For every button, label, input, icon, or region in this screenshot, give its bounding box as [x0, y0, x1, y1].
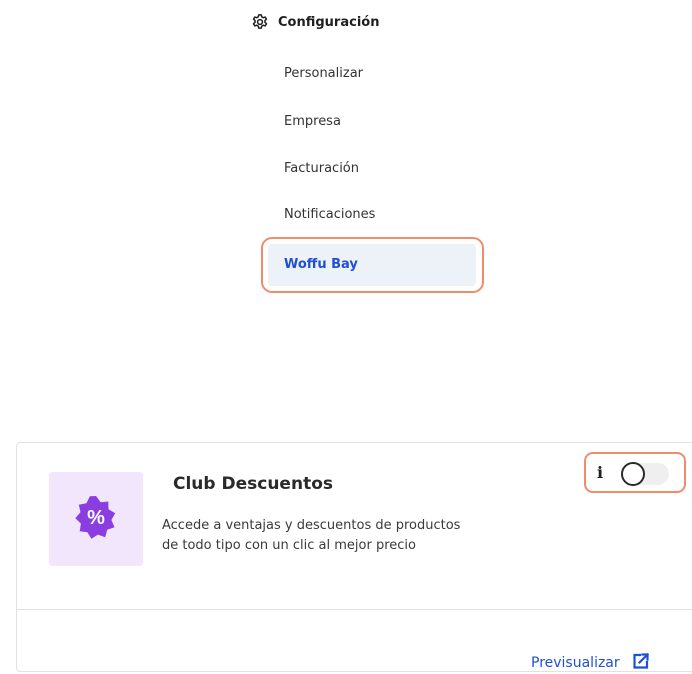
card-description-line-1: Accede a ventajas y descuentos de produc…: [162, 518, 461, 533]
nav-item-personalizar[interactable]: Personalizar: [284, 63, 363, 85]
settings-nav: Configuración Personalizar Empresa Factu…: [0, 0, 692, 300]
card-icon-container: %: [49, 472, 143, 566]
gear-icon: [251, 13, 269, 31]
nav-item-empresa[interactable]: Empresa: [284, 111, 341, 133]
preview-label: Previsualizar: [531, 655, 620, 671]
card-divider: [17, 609, 692, 610]
card-title: Club Descuentos: [173, 474, 333, 494]
settings-header-label: Configuración: [278, 14, 380, 30]
nav-item-facturacion[interactable]: Facturación: [284, 158, 359, 180]
toggle-knob: [621, 462, 645, 486]
info-icon[interactable]: i: [597, 462, 607, 484]
discount-badge-icon: %: [73, 494, 119, 544]
nav-item-notificaciones[interactable]: Notificaciones: [284, 204, 375, 226]
nav-highlight-outline: [261, 237, 484, 293]
svg-text:%: %: [87, 507, 105, 529]
settings-header: Configuración: [251, 11, 379, 33]
card-description: Accede a ventajas y descuentos de produc…: [162, 516, 542, 556]
card-description-line-2: de todo tipo con un clic al mejor precio: [162, 538, 416, 553]
external-link-icon: [632, 652, 650, 674]
club-descuentos-card: % Club Descuentos Accede a ventajas y de…: [16, 442, 692, 672]
preview-link[interactable]: Previsualizar: [531, 652, 650, 674]
enable-toggle[interactable]: [621, 462, 669, 486]
